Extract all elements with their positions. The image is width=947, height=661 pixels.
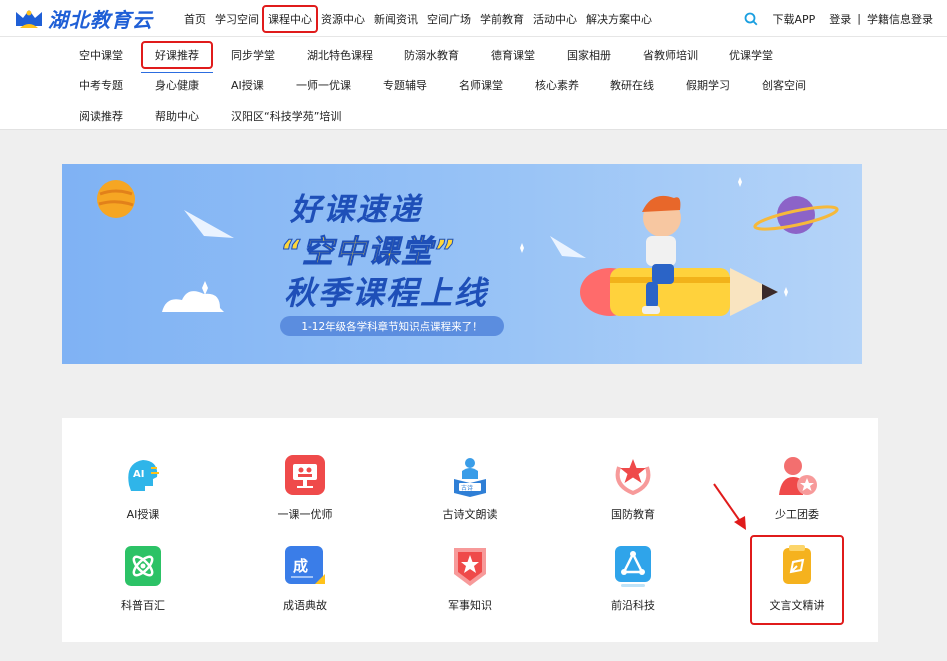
header-separator: | <box>857 12 861 25</box>
nav-resource-center[interactable]: 资源中心 <box>321 11 365 27</box>
subnav-item[interactable]: 专题辅导 <box>383 77 427 93</box>
nav-learning-space[interactable]: 学习空间 <box>215 11 259 27</box>
logo-mark-icon <box>14 6 44 30</box>
poetry-book-icon: 古诗 <box>448 453 492 497</box>
download-app-link[interactable]: 下载APP <box>772 11 815 27</box>
course-tile-label: 军事知识 <box>448 599 492 612</box>
subnav-item[interactable]: 空中课堂 <box>79 47 123 63</box>
banner-title-line3: 秋季课程上线 <box>284 274 489 312</box>
youth-league-icon <box>775 453 819 497</box>
subnav-item[interactable]: 湖北特色课程 <box>307 47 373 63</box>
student-info-login-link[interactable]: 学籍信息登录 <box>867 11 933 27</box>
course-tile-label: 古诗文朗读 <box>442 508 498 521</box>
course-tile-national-defense[interactable]: 国防教育 <box>568 453 698 522</box>
svg-text:AI: AI <box>133 469 144 480</box>
teacher-board-icon <box>283 453 327 497</box>
svg-text:成: 成 <box>293 557 308 575</box>
annotation-arrow-icon <box>713 483 746 530</box>
logo-text: 湖北教育云 <box>48 7 153 32</box>
nav-space-plaza[interactable]: 空间广场 <box>427 11 471 27</box>
site-logo[interactable]: 湖北教育云 <box>14 5 153 32</box>
course-tile-label: AI授课 <box>126 508 160 521</box>
star-emblem-icon <box>611 453 655 497</box>
svg-text:古诗: 古诗 <box>461 484 473 492</box>
subnav-item[interactable]: 同步学堂 <box>231 47 275 63</box>
nav-course-center[interactable]: 课程中心 <box>262 4 318 33</box>
ai-head-icon: AI <box>121 453 165 497</box>
course-tile-label: 科普百汇 <box>121 599 165 612</box>
atom-icon <box>121 544 165 588</box>
course-subnav: 空中课堂 好课推荐 同步学堂 湖北特色课程 防溺水教育 德育课堂 国家相册 省教… <box>0 37 947 130</box>
nav-home[interactable]: 首页 <box>184 11 206 27</box>
subnav-item[interactable]: 省教师培训 <box>643 47 698 63</box>
subnav-item[interactable]: 身心健康 <box>155 77 199 93</box>
subnav-item[interactable]: 假期学习 <box>686 77 730 93</box>
course-category-panel: AI AI授课 一课一优师 古诗 古诗文朗读 国防教育 少工团委 科普百汇 成 … <box>62 418 878 642</box>
promo-banner[interactable]: 好课速递 “空中课堂” 秋季课程上线 1-12年级各学科章节知识点课程来了！ <box>62 164 862 364</box>
subnav-item[interactable]: 核心素养 <box>535 77 579 93</box>
search-icon[interactable] <box>744 12 758 26</box>
idiom-book-icon: 成 <box>283 544 327 588</box>
subnav-item[interactable]: AI授课 <box>231 77 264 93</box>
course-tile-label: 成语典故 <box>283 599 327 612</box>
main-nav: 首页 学习空间 课程中心 资源中心 新闻资讯 空间广场 学前教育 活动中心 解决… <box>184 0 661 37</box>
subnav-item[interactable]: 中考专题 <box>79 77 123 93</box>
banner-title-line2: “空中课堂” <box>280 234 456 271</box>
login-link[interactable]: 登录 <box>829 11 851 27</box>
military-badge-icon <box>448 544 492 588</box>
nav-activity-center[interactable]: 活动中心 <box>533 11 577 27</box>
course-tile-label: 一课一优师 <box>277 508 333 521</box>
subnav-item[interactable]: 教研在线 <box>610 77 654 93</box>
subnav-item[interactable]: 名师课堂 <box>459 77 503 93</box>
subnav-item[interactable]: 优课学堂 <box>729 47 773 63</box>
course-tile-poetry-reading[interactable]: 古诗 古诗文朗读 <box>405 453 535 522</box>
header-right: 下载APP 登录 | 学籍信息登录 <box>744 0 933 37</box>
subnav-item[interactable]: 防溺水教育 <box>404 47 459 63</box>
subnav-item[interactable]: 汉阳区“科技学苑”培训 <box>231 108 341 124</box>
course-tile-label: 文言文精讲 <box>769 599 825 612</box>
banner-subtitle-pill: 1-12年级各学科章节知识点课程来了！ <box>280 316 504 336</box>
classical-text-icon <box>775 544 819 588</box>
course-tile-science-popularization[interactable]: 科普百汇 <box>78 544 208 613</box>
nav-solutions[interactable]: 解决方案中心 <box>586 11 652 27</box>
course-tile-classical-chinese[interactable]: 文言文精讲 <box>732 535 862 625</box>
course-tile-label: 前沿科技 <box>611 599 655 612</box>
nav-preschool[interactable]: 学前教育 <box>480 11 524 27</box>
subnav-item[interactable]: 德育课堂 <box>491 47 535 63</box>
subnav-item[interactable]: 创客空间 <box>762 77 806 93</box>
banner-title-line1: 好课速递 <box>290 192 422 228</box>
subnav-item[interactable]: 国家相册 <box>567 47 611 63</box>
nav-news[interactable]: 新闻资讯 <box>374 11 418 27</box>
subnav-item-good-courses[interactable]: 好课推荐 <box>141 41 213 73</box>
course-tile-frontier-tech[interactable]: 前沿科技 <box>568 544 698 613</box>
course-tile-label: 国防教育 <box>611 508 655 521</box>
subnav-item[interactable]: 一师一优课 <box>296 77 351 93</box>
subnav-item[interactable]: 帮助中心 <box>155 108 199 124</box>
course-tile-one-lesson-teacher[interactable]: 一课一优师 <box>240 453 370 522</box>
network-triangle-icon <box>611 544 655 588</box>
course-tile-military-knowledge[interactable]: 军事知识 <box>405 544 535 613</box>
course-tile-idiom-stories[interactable]: 成 成语典故 <box>240 544 370 613</box>
top-header: 湖北教育云 首页 学习空间 课程中心 资源中心 新闻资讯 空间广场 学前教育 活… <box>0 0 947 37</box>
subnav-item[interactable]: 阅读推荐 <box>79 108 123 124</box>
course-tile-ai-lecture[interactable]: AI AI授课 <box>78 453 208 522</box>
